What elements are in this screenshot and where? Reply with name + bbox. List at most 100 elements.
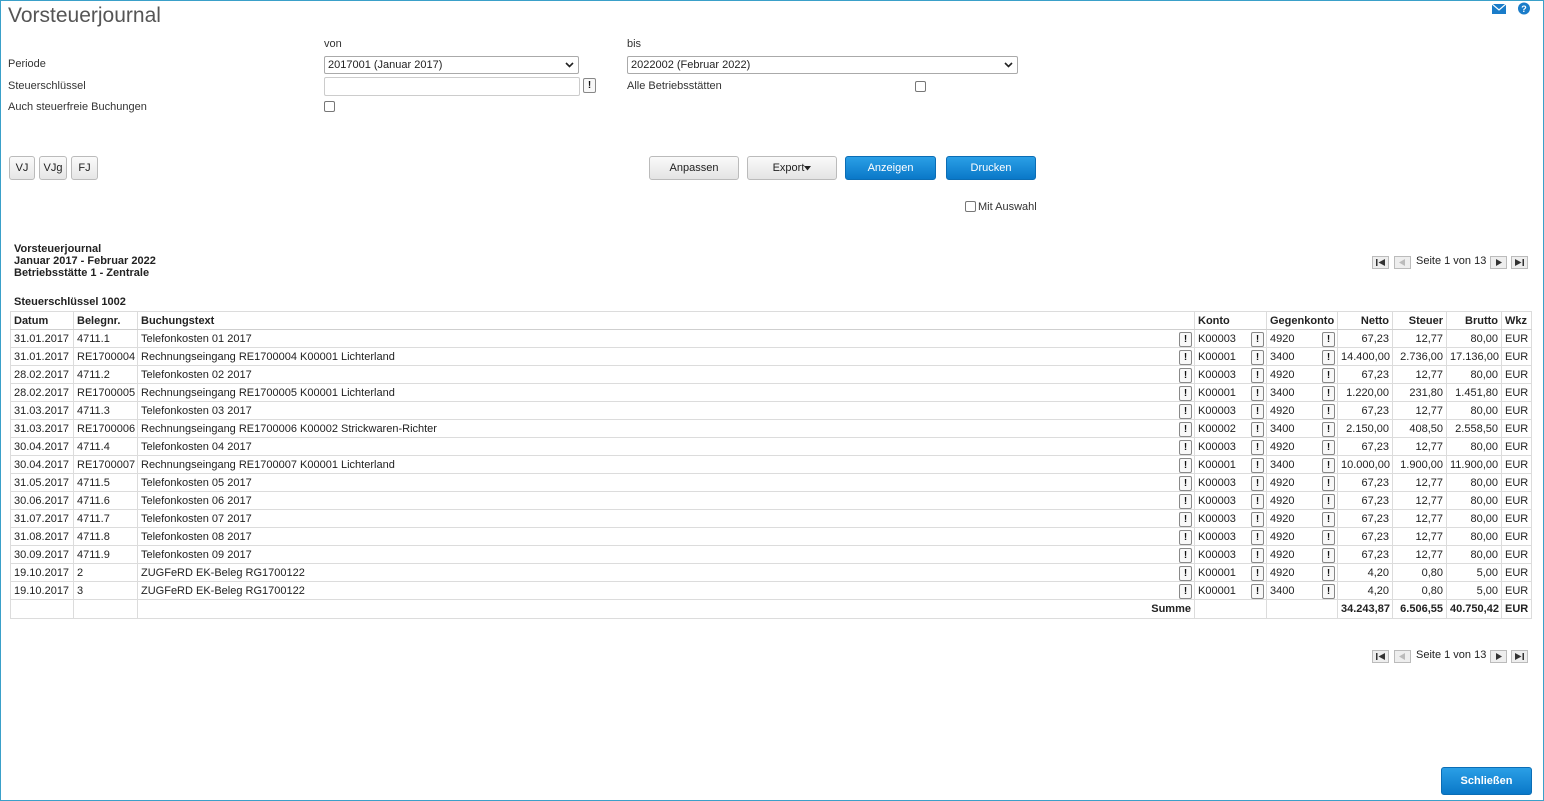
buchungstext-detail-button[interactable]: ! [1179,530,1192,545]
prev-page-button[interactable] [1394,650,1411,663]
table-row[interactable]: 31.08.2017 4711.8 Telefonkosten 08 2017! K0… [10,527,1532,546]
buchungstext-detail-button[interactable]: ! [1179,476,1192,491]
cell-konto: K00003 [1198,440,1236,453]
konto-detail-button[interactable]: ! [1251,332,1264,347]
steuerschluessel-input[interactable] [324,77,580,96]
cell-steuer: 12,77 [1392,473,1447,492]
col-steuer[interactable]: Steuer [1392,311,1447,330]
mail-icon[interactable] [1492,2,1506,16]
gegenkonto-detail-button[interactable]: ! [1322,476,1335,491]
table-row[interactable]: 31.03.2017 4711.3 Telefonkosten 03 2017! K0… [10,401,1532,420]
gegenkonto-detail-button[interactable]: ! [1322,422,1335,437]
col-konto[interactable]: Konto [1194,311,1267,330]
cell-steuer: 12,77 [1392,545,1447,564]
gegenkonto-detail-button[interactable]: ! [1322,386,1335,401]
table-row[interactable]: 31.03.2017 RE1700006 Rechnungseingang RE17… [10,419,1532,438]
first-page-button[interactable] [1372,650,1389,663]
table-row[interactable]: 19.10.2017 2 ZUGFeRD EK-Beleg RG1700122! K0… [10,563,1532,582]
buchungstext-detail-button[interactable]: ! [1179,566,1192,581]
gegenkonto-detail-button[interactable]: ! [1322,332,1335,347]
gegenkonto-detail-button[interactable]: ! [1322,548,1335,563]
last-page-button[interactable] [1511,256,1528,269]
konto-detail-button[interactable]: ! [1251,494,1264,509]
table-row[interactable]: 19.10.2017 3 ZUGFeRD EK-Beleg RG1700122! K0… [10,581,1532,600]
first-page-button[interactable] [1372,256,1389,269]
steuerschluessel-lookup-button[interactable]: ! [583,78,596,93]
help-icon[interactable]: ? [1517,2,1531,16]
buchungstext-detail-button[interactable]: ! [1179,368,1192,383]
konto-detail-button[interactable]: ! [1251,512,1264,527]
periode-bis-select[interactable]: 2022002 (Februar 2022) [627,56,1018,74]
konto-detail-button[interactable]: ! [1251,350,1264,365]
gegenkonto-detail-button[interactable]: ! [1322,512,1335,527]
buchungstext-detail-button[interactable]: ! [1179,494,1192,509]
drucken-button[interactable]: Drucken [946,156,1036,180]
anpassen-button[interactable]: Anpassen [649,156,739,180]
table-row[interactable]: 30.06.2017 4711.6 Telefonkosten 06 2017! K0… [10,491,1532,510]
table-row[interactable]: 31.01.2017 4711.1 Telefonkosten 01 2017! K0… [10,329,1532,348]
col-belegnr[interactable]: Belegnr. [73,311,138,330]
col-netto[interactable]: Netto [1337,311,1393,330]
auch-steuerfreie-checkbox[interactable] [324,101,335,112]
cell-steuer: 12,77 [1392,527,1447,546]
gegenkonto-detail-button[interactable]: ! [1322,368,1335,383]
table-row[interactable]: 28.02.2017 4711.2 Telefonkosten 02 2017! K0… [10,365,1532,384]
buchungstext-detail-button[interactable]: ! [1179,332,1192,347]
cell-steuer: 0,80 [1392,563,1447,582]
konto-detail-button[interactable]: ! [1251,584,1264,599]
konto-detail-button[interactable]: ! [1251,458,1264,473]
periode-von-select[interactable]: 2017001 (Januar 2017) [324,56,579,74]
buchungstext-detail-button[interactable]: ! [1179,404,1192,419]
konto-detail-button[interactable]: ! [1251,530,1264,545]
col-datum[interactable]: Datum [10,311,74,330]
buchungstext-detail-button[interactable]: ! [1179,386,1192,401]
buchungstext-detail-button[interactable]: ! [1179,422,1192,437]
konto-detail-button[interactable]: ! [1251,440,1264,455]
buchungstext-detail-button[interactable]: ! [1179,548,1192,563]
anzeigen-button[interactable]: Anzeigen [845,156,936,180]
buchungstext-detail-button[interactable]: ! [1179,350,1192,365]
col-buchungstext[interactable]: Buchungstext [137,311,1195,330]
konto-detail-button[interactable]: ! [1251,476,1264,491]
buchungstext-detail-button[interactable]: ! [1179,584,1192,599]
konto-detail-button[interactable]: ! [1251,566,1264,581]
col-brutto[interactable]: Brutto [1446,311,1502,330]
table-row[interactable]: 28.02.2017 RE1700005 Rechnungseingang RE17… [10,383,1532,402]
konto-detail-button[interactable]: ! [1251,404,1264,419]
prev-page-button[interactable] [1394,256,1411,269]
next-page-button[interactable] [1490,256,1507,269]
fj-button[interactable]: FJ [71,156,98,180]
konto-detail-button[interactable]: ! [1251,386,1264,401]
buchungstext-detail-button[interactable]: ! [1179,458,1192,473]
table-row[interactable]: 31.05.2017 4711.5 Telefonkosten 05 2017! K0… [10,473,1532,492]
gegenkonto-detail-button[interactable]: ! [1322,584,1335,599]
cell-datum: 28.02.2017 [10,365,74,384]
table-row[interactable]: 31.07.2017 4711.7 Telefonkosten 07 2017! K0… [10,509,1532,528]
table-row[interactable]: 30.04.2017 4711.4 Telefonkosten 04 2017! K0… [10,437,1532,456]
next-page-button[interactable] [1490,650,1507,663]
buchungstext-detail-button[interactable]: ! [1179,440,1192,455]
vjg-button[interactable]: VJg [39,156,67,180]
konto-detail-button[interactable]: ! [1251,422,1264,437]
col-gegenkonto[interactable]: Gegenkonto [1266,311,1338,330]
konto-detail-button[interactable]: ! [1251,548,1264,563]
mit-auswahl-checkbox[interactable] [965,201,976,212]
gegenkonto-detail-button[interactable]: ! [1322,350,1335,365]
gegenkonto-detail-button[interactable]: ! [1322,404,1335,419]
gegenkonto-detail-button[interactable]: ! [1322,440,1335,455]
gegenkonto-detail-button[interactable]: ! [1322,494,1335,509]
last-page-button[interactable] [1511,650,1528,663]
export-button[interactable]: Export [747,156,837,180]
alle-betriebsstaetten-checkbox[interactable] [915,81,926,92]
gegenkonto-detail-button[interactable]: ! [1322,566,1335,581]
gegenkonto-detail-button[interactable]: ! [1322,530,1335,545]
gegenkonto-detail-button[interactable]: ! [1322,458,1335,473]
buchungstext-detail-button[interactable]: ! [1179,512,1192,527]
table-row[interactable]: 30.09.2017 4711.9 Telefonkosten 09 2017! K0… [10,545,1532,564]
table-row[interactable]: 30.04.2017 RE1700007 Rechnungseingang RE17… [10,455,1532,474]
col-wkz[interactable]: Wkz [1501,311,1532,330]
vj-button[interactable]: VJ [9,156,35,180]
table-row[interactable]: 31.01.2017 RE1700004 Rechnungseingang RE17… [10,347,1532,366]
schliessen-button[interactable]: Schließen [1441,767,1532,795]
konto-detail-button[interactable]: ! [1251,368,1264,383]
